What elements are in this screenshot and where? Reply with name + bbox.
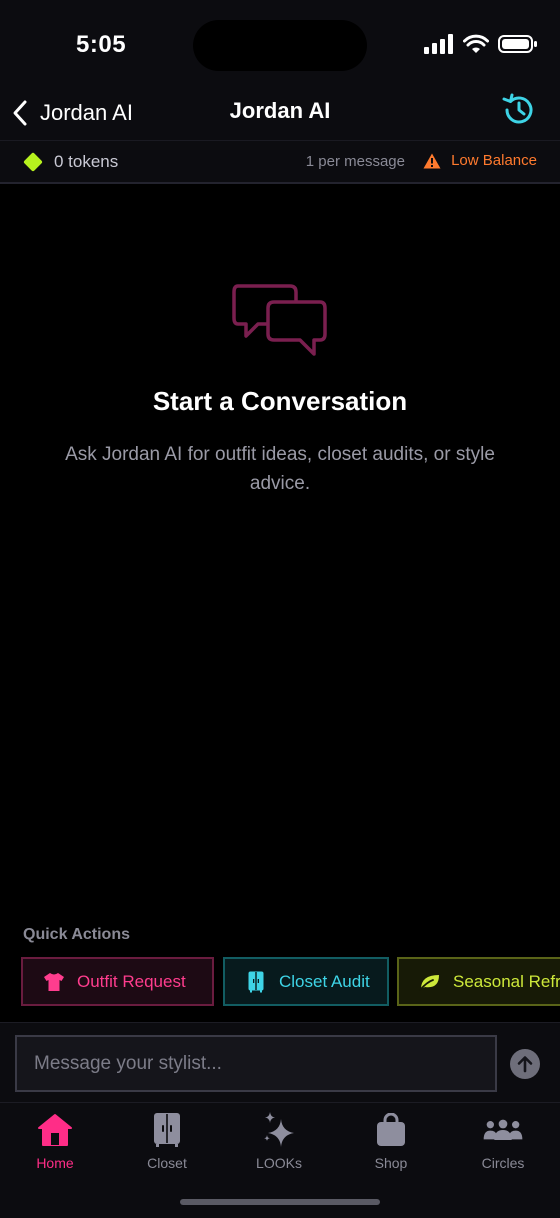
token-count: 0 tokens	[54, 152, 119, 171]
quick-action-label: Closet Audit	[279, 971, 370, 991]
low-balance-label: Low Balance	[451, 152, 537, 169]
page-title: Jordan AI	[229, 98, 331, 123]
quick-action-seasonal-refresh[interactable]: Seasonal Refresh	[397, 957, 560, 1006]
tab-looks[interactable]: LOOKs	[229, 1111, 329, 1175]
closet-icon	[147, 1111, 187, 1149]
quick-actions-label: Quick Actions	[23, 926, 130, 943]
empty-state-title: Start a Conversation	[152, 386, 408, 416]
history-button[interactable]	[500, 91, 538, 129]
tab-label: Home	[36, 1155, 74, 1171]
wifi-icon	[463, 34, 489, 53]
token-rate: 1 per message	[305, 153, 405, 170]
message-input[interactable]	[15, 1035, 497, 1092]
token-diamond-icon	[23, 152, 43, 172]
leaf-icon	[419, 971, 441, 993]
battery-icon	[498, 35, 537, 53]
status-icons	[424, 34, 538, 54]
tab-label: LOOKs	[256, 1155, 302, 1171]
people-icon	[483, 1111, 523, 1149]
tab-label: Shop	[374, 1155, 408, 1171]
token-bar: 0 tokens 1 per message Low Balance	[0, 140, 560, 184]
home-icon	[35, 1111, 75, 1149]
shopping-bag-icon	[371, 1111, 411, 1149]
arrow-up-icon	[517, 1056, 533, 1073]
quick-action-outfit-request[interactable]: Outfit Request	[21, 957, 214, 1006]
status-bar: 5:05	[0, 0, 560, 86]
history-icon	[502, 93, 533, 124]
tab-shop[interactable]: Shop	[341, 1111, 441, 1175]
quick-actions-row[interactable]: Outfit Request Closet Audit Seasonal Ref…	[21, 957, 560, 1007]
tab-closet[interactable]: Closet	[117, 1111, 217, 1175]
quick-action-label: Seasonal Refresh	[453, 971, 560, 991]
send-button[interactable]	[510, 1049, 540, 1079]
cellular-signal-icon	[424, 34, 453, 54]
sparkles-icon	[259, 1111, 299, 1149]
tab-label: Circles	[481, 1155, 525, 1171]
status-time: 5:05	[76, 31, 127, 58]
tab-label: Closet	[147, 1155, 187, 1171]
warning-icon	[423, 153, 441, 168]
message-composer	[0, 1022, 560, 1102]
home-indicator[interactable]	[180, 1199, 380, 1205]
quick-action-label: Outfit Request	[77, 971, 186, 991]
chat-bubbles-icon	[232, 284, 327, 356]
header: Jordan AI Jordan AI	[0, 86, 560, 140]
tab-home[interactable]: Home	[5, 1111, 105, 1175]
quick-action-closet-audit[interactable]: Closet Audit	[223, 957, 389, 1006]
empty-state-description: Ask Jordan AI for outfit ideas, closet a…	[65, 444, 495, 494]
closet-icon	[245, 971, 267, 993]
tshirt-icon	[43, 971, 65, 993]
tab-circles[interactable]: Circles	[453, 1111, 553, 1175]
low-balance-warning[interactable]: Low Balance	[423, 152, 537, 169]
dynamic-island	[193, 20, 367, 71]
